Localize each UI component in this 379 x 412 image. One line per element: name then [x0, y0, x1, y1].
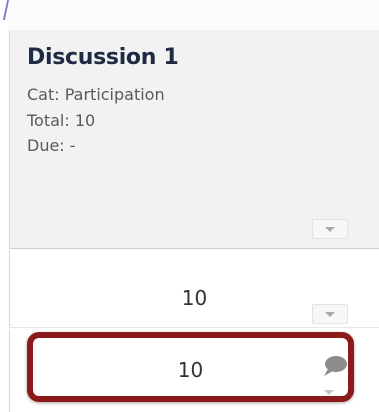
chevron-down-icon [325, 227, 335, 232]
gradebook-cell-view: Discussion 1 Cat: Participation Total: 1… [0, 0, 379, 412]
column-title: Discussion 1 [27, 45, 179, 70]
top-strip [9, 0, 379, 30]
column-header-discussion-1[interactable]: Discussion 1 Cat: Participation Total: 1… [9, 30, 379, 249]
highlighted-grade-cell[interactable]: 10 [27, 332, 354, 402]
chevron-down-icon [324, 390, 334, 395]
grade-cell-menu-button[interactable] [312, 304, 348, 324]
grade-cell-menu-button[interactable] [314, 386, 344, 398]
grade-row: 10 [9, 250, 379, 328]
column-menu-button[interactable] [312, 219, 348, 239]
column-total: Total: 10 [27, 111, 96, 130]
comment-icon[interactable] [322, 355, 348, 377]
column-due-date: Due: - [27, 136, 76, 155]
chevron-down-icon [325, 312, 335, 317]
column-category: Cat: Participation [27, 85, 165, 104]
grade-cell-score[interactable]: 10 [33, 358, 348, 382]
